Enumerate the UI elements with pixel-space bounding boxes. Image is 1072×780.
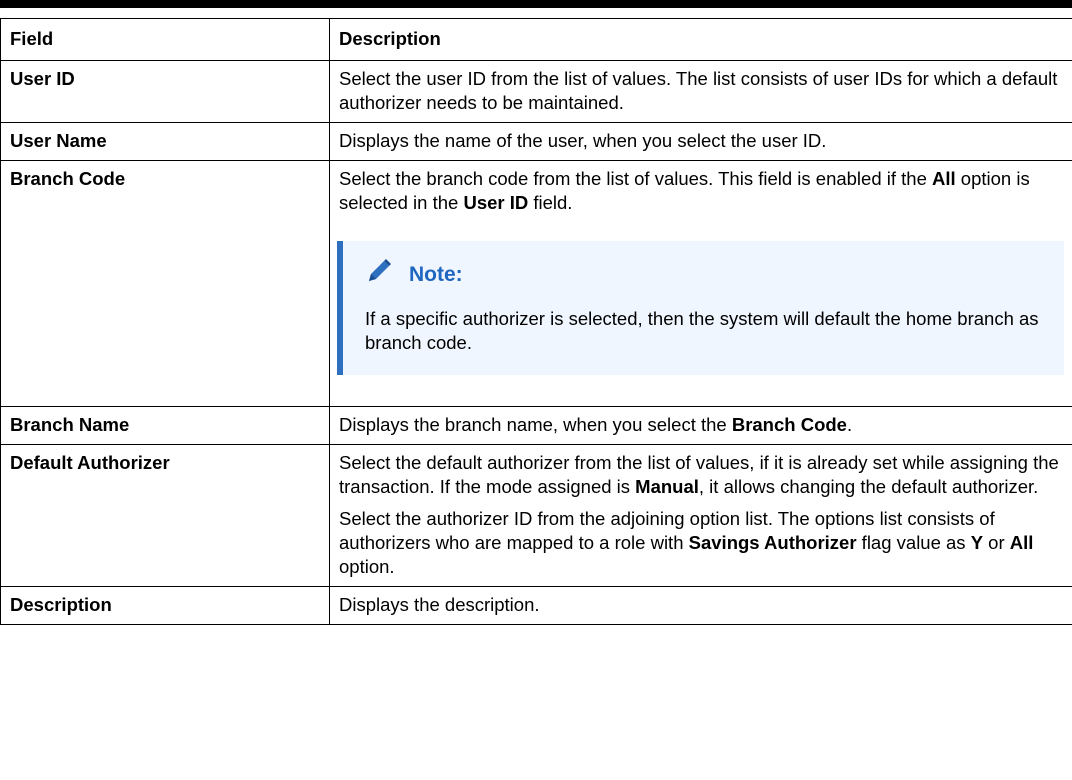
field-name: Default Authorizer: [0, 444, 330, 587]
field-name: User Name: [0, 122, 330, 161]
table-header-row: Field Description: [0, 18, 1072, 61]
field-description: Displays the description.: [329, 586, 1072, 625]
field-description: Select the branch code from the list of …: [329, 160, 1072, 407]
field-name: Branch Code: [0, 160, 330, 407]
table-row: Branch Name Displays the branch name, wh…: [0, 406, 1072, 445]
field-description: Displays the branch name, when you selec…: [329, 406, 1072, 445]
description-text: Select the branch code from the list of …: [339, 168, 1030, 213]
table-row: Default Authorizer Select the default au…: [0, 444, 1072, 587]
note-box: Note: If a specific authorizer is select…: [337, 241, 1064, 375]
note-header: Note:: [365, 257, 1044, 293]
note-title: Note:: [409, 263, 463, 286]
pencil-icon: [365, 257, 393, 293]
field-description: Displays the name of the user, when you …: [329, 122, 1072, 161]
field-description: Select the default authorizer from the l…: [329, 444, 1072, 587]
table-row: User ID Select the user ID from the list…: [0, 60, 1072, 123]
field-name: Branch Name: [0, 406, 330, 445]
top-rule: [0, 0, 1072, 8]
description-paragraph: Select the authorizer ID from the adjoin…: [339, 508, 1034, 577]
table-row: User Name Displays the name of the user,…: [0, 122, 1072, 161]
header-field: Field: [0, 18, 330, 61]
field-name: User ID: [0, 60, 330, 123]
field-description-table: Field Description User ID Select the use…: [0, 18, 1072, 625]
description-paragraph: Select the default authorizer from the l…: [339, 452, 1059, 497]
field-description: Select the user ID from the list of valu…: [329, 60, 1072, 123]
table-row: Branch Code Select the branch code from …: [0, 160, 1072, 407]
field-name: Description: [0, 586, 330, 625]
note-text: If a specific authorizer is selected, th…: [365, 308, 1039, 353]
table-row: Description Displays the description.: [0, 586, 1072, 625]
header-description: Description: [329, 18, 1072, 61]
